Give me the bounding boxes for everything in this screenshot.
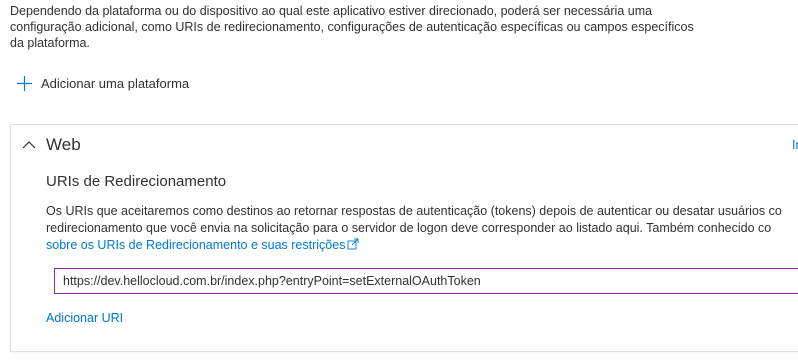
redirect-uris-description: Os URIs que aceitaremos como destinos ao… <box>46 203 798 254</box>
card-header-link[interactable]: Ir <box>792 138 798 152</box>
web-platform-card: Web Ir URIs de Redirecionamento Os URIs … <box>10 124 798 352</box>
redirect-uri-input[interactable] <box>54 268 798 294</box>
redirect-desc-line-3: sobre os URIs de Redirecionamento e suas… <box>46 237 798 254</box>
intro-line-2: configuração adicional, como URIs de red… <box>10 20 694 34</box>
intro-text: Dependendo da plataforma ou do dispositi… <box>10 3 730 51</box>
redirect-uris-link-text: sobre os URIs de Redirecionamento e suas… <box>46 238 346 252</box>
redirect-uris-learn-more-link[interactable]: sobre os URIs de Redirecionamento e suas… <box>46 238 359 252</box>
add-platform-label: Adicionar uma plataforma <box>41 75 190 91</box>
redirect-uris-title: URIs de Redirecionamento <box>46 173 227 190</box>
add-platform-button[interactable]: Adicionar uma plataforma <box>16 72 189 94</box>
intro-line-3: da plataforma. <box>10 36 90 50</box>
external-link-icon <box>347 238 359 250</box>
redirect-desc-line-2: redirecionamento que você envia na solic… <box>46 221 772 235</box>
web-card-header: Web <box>21 133 81 157</box>
platform-configuration-page: Dependendo da plataforma ou do dispositi… <box>0 0 798 362</box>
chevron-up-icon[interactable] <box>21 137 37 153</box>
web-card-title: Web <box>46 135 81 154</box>
intro-line-1: Dependendo da plataforma ou do dispositi… <box>10 4 653 18</box>
add-uri-button[interactable]: Adicionar URI <box>46 311 123 325</box>
redirect-desc-line-1: Os URIs que aceitaremos como destinos ao… <box>46 204 782 218</box>
plus-icon <box>16 75 33 92</box>
